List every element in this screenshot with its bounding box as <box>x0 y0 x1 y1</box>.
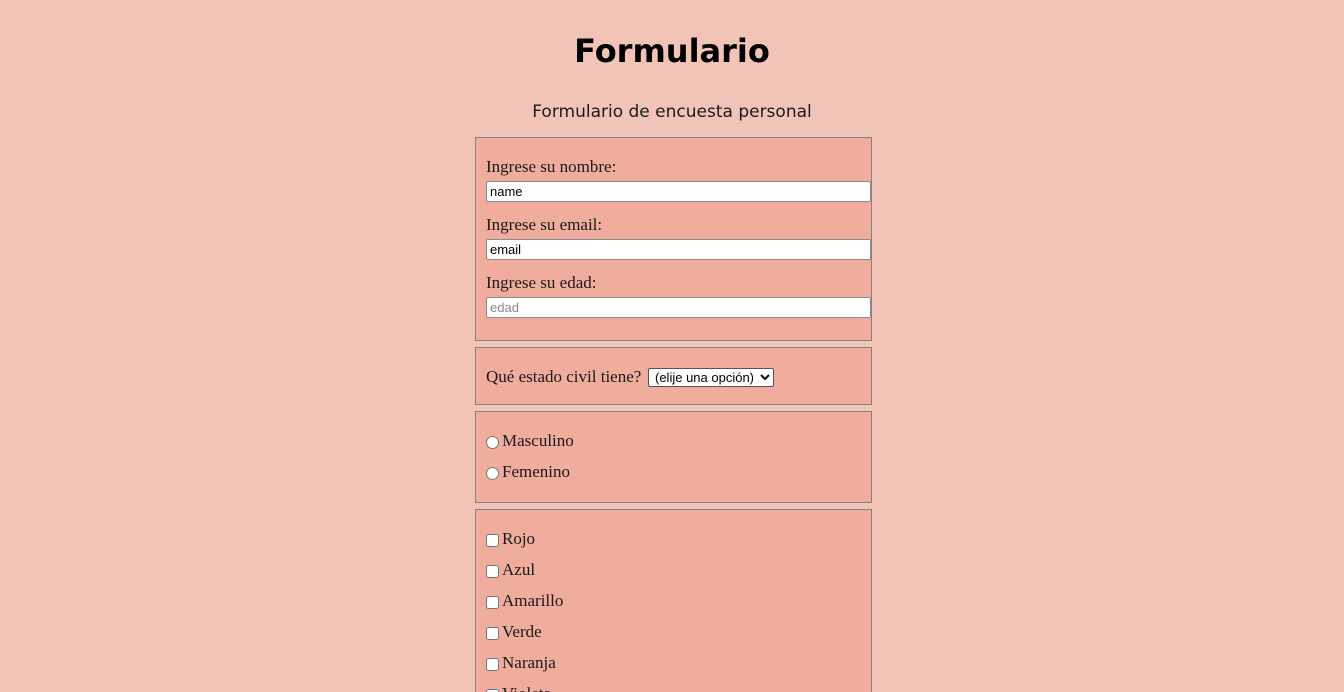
color-checkbox-amarillo[interactable] <box>486 596 499 609</box>
colors-fieldset: Rojo Azul Amarillo Verde Naranja Violeta <box>475 509 872 692</box>
email-input[interactable] <box>486 239 871 260</box>
color-label-azul: Azul <box>502 560 536 579</box>
color-label-amarillo: Amarillo <box>502 591 564 610</box>
gender-fieldset: Masculino Femenino <box>475 411 872 503</box>
email-label: Ingrese su email: <box>486 215 603 234</box>
gender-radio-masculino[interactable] <box>486 436 499 449</box>
color-checkbox-azul[interactable] <box>486 565 499 578</box>
age-label: Ingrese su edad: <box>486 273 597 292</box>
color-label-rojo: Rojo <box>502 529 536 548</box>
age-input[interactable] <box>486 297 871 318</box>
gender-label-femenino: Femenino <box>502 462 570 481</box>
name-label: Ingrese su nombre: <box>486 157 617 176</box>
color-label-naranja: Naranja <box>502 653 556 672</box>
gender-option-masculino[interactable]: Masculino <box>486 431 574 451</box>
color-option-amarillo[interactable]: Amarillo <box>486 591 563 611</box>
name-input[interactable] <box>486 181 871 202</box>
civil-status-fieldset: Qué estado civil tiene? (elije una opció… <box>475 347 872 405</box>
gender-option-femenino[interactable]: Femenino <box>486 462 570 482</box>
color-label-violeta: Violeta <box>502 684 551 692</box>
form-subtitle: Formulario de encuesta personal <box>532 102 812 122</box>
color-option-azul[interactable]: Azul <box>486 560 535 580</box>
color-option-verde[interactable]: Verde <box>486 622 542 642</box>
color-option-naranja[interactable]: Naranja <box>486 653 556 673</box>
color-option-rojo[interactable]: Rojo <box>486 529 535 549</box>
personal-info-fieldset: Ingrese su nombre: Ingrese su email: Ing… <box>475 137 872 341</box>
color-checkbox-rojo[interactable] <box>486 534 499 547</box>
color-label-verde: Verde <box>502 622 542 641</box>
color-checkbox-verde[interactable] <box>486 627 499 640</box>
color-checkbox-naranja[interactable] <box>486 658 499 671</box>
gender-radio-femenino[interactable] <box>486 467 499 480</box>
page-title: Formulario <box>574 32 770 70</box>
civil-status-label: Qué estado civil tiene? <box>486 367 642 386</box>
civil-status-select[interactable]: (elije una opción) <box>648 368 774 387</box>
gender-label-masculino: Masculino <box>502 431 574 450</box>
color-option-violeta[interactable]: Violeta <box>486 684 551 692</box>
